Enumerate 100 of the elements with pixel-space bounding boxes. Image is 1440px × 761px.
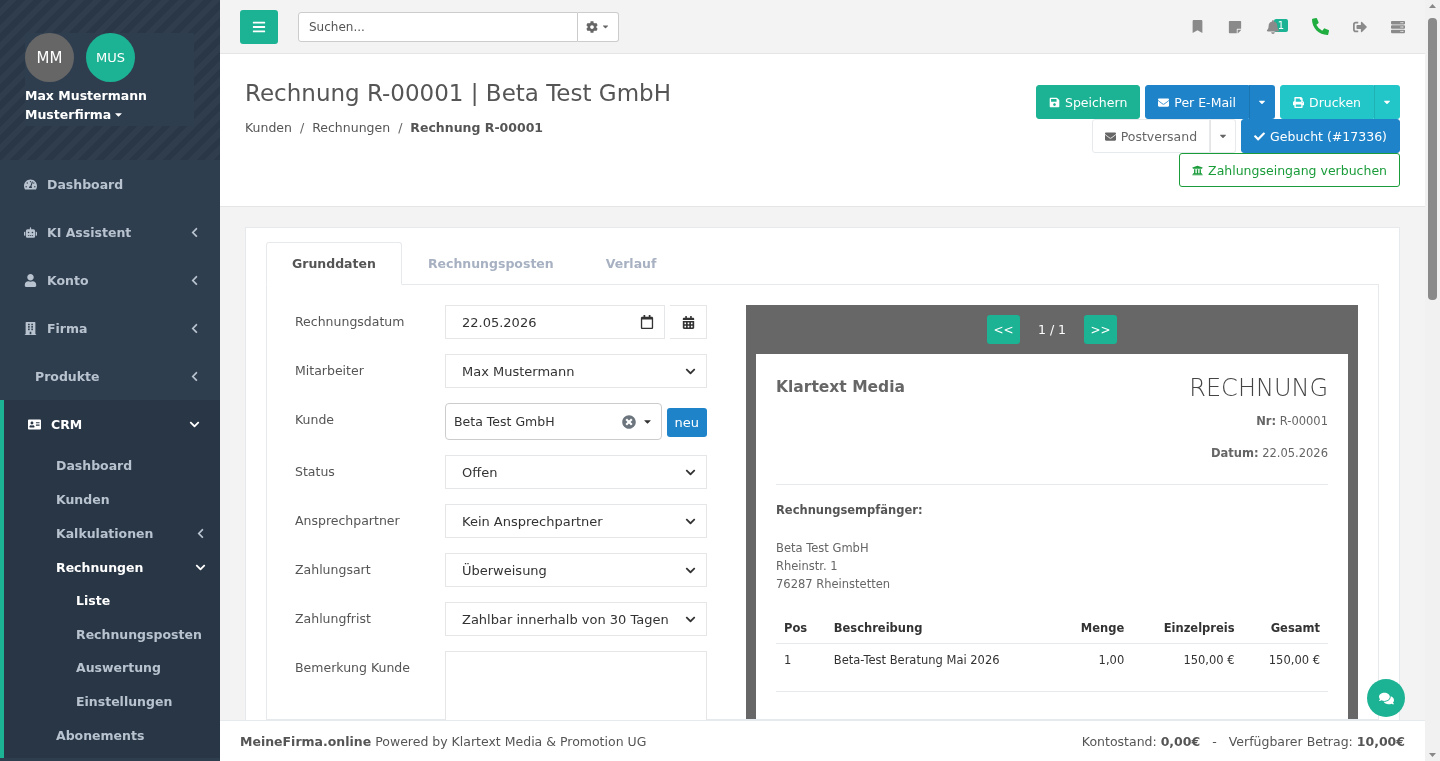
- select-field[interactable]: Überweisung: [445, 553, 707, 587]
- breadcrumb-link[interactable]: Kunden: [245, 120, 292, 135]
- field-label: Bemerkung Kunde: [295, 659, 411, 677]
- breadcrumb-separator: /: [299, 120, 305, 135]
- select-field[interactable]: Kein Ansprechpartner: [445, 504, 707, 538]
- settings-button[interactable]: [578, 11, 619, 42]
- field-label: Zahlungfrist: [295, 610, 372, 628]
- breadcrumb-link[interactable]: Rechnungen: [312, 120, 391, 135]
- scrollbar[interactable]: [1425, 0, 1440, 761]
- page-indicator: 1 / 1: [1037, 322, 1067, 337]
- breadcrumb-current: Rechnung R-00001: [410, 120, 544, 135]
- caret-icon: [601, 22, 610, 31]
- company-name: Klartext Media: [776, 378, 905, 398]
- footer-text: MeineFirma.online Powered by Klartext Media & Promotion UG: [240, 733, 647, 749]
- phone-button[interactable]: [1312, 18, 1329, 35]
- field-label: Status: [295, 463, 336, 481]
- table-cell: 1: [776, 643, 826, 692]
- date-field[interactable]: 22.05.2026: [445, 305, 665, 339]
- select-field[interactable]: Zahlbar innerhalb von 30 Tagen: [445, 602, 707, 636]
- bell-icon: [1265, 19, 1280, 34]
- table-cell: 150,00 €: [1132, 643, 1243, 692]
- select-field[interactable]: Max Mustermann: [445, 354, 707, 388]
- chevron-left-icon: [189, 370, 200, 382]
- search-field[interactable]: Suchen...: [298, 11, 578, 42]
- dropdown-toggle[interactable]: [1374, 85, 1400, 119]
- sidebar-item[interactable]: Firma: [0, 304, 220, 352]
- avatar: MM: [25, 33, 74, 82]
- chevron-left-icon: [189, 322, 200, 334]
- address-line: Rheinstr. 1: [776, 558, 839, 575]
- bookmark-icon: [1190, 20, 1204, 33]
- chevron-left-icon: [195, 527, 206, 539]
- phone-icon: [1312, 18, 1329, 35]
- sidebar-item[interactable]: Rechnungsposten: [4, 617, 220, 651]
- field-label: Mitarbeiter: [295, 362, 365, 380]
- field-label: Kunde: [295, 411, 336, 429]
- server-icon: [1391, 19, 1405, 34]
- dropdown-toggle[interactable]: [1249, 85, 1276, 119]
- column-header: Pos: [776, 613, 826, 644]
- sidebar-item[interactable]: KI Assistent: [0, 208, 220, 256]
- calendar-icon: [681, 315, 695, 329]
- account-balance: Kontostand: 0,00€: [1081, 733, 1201, 749]
- field-label: Zahlungsart: [295, 561, 372, 579]
- invoice-meta: Datum: 22.05.2026: [1210, 446, 1328, 460]
- address-line: 76287 Rheinstetten: [776, 576, 892, 593]
- recipient-heading: Rechnungsempfänger:: [776, 503, 924, 517]
- logout-icon: [1353, 19, 1367, 34]
- menu-button[interactable]: [240, 9, 278, 44]
- server-button[interactable]: [1391, 19, 1405, 34]
- user-name: Max Mustermann: [25, 88, 148, 103]
- check-icon: [1254, 130, 1266, 142]
- column-header: Beschreibung: [825, 613, 1057, 644]
- note-button[interactable]: [1227, 19, 1242, 34]
- avatar: MUS: [86, 33, 135, 82]
- column-header: Einzelpreis: [1132, 613, 1243, 644]
- printer-icon: [1293, 96, 1305, 108]
- action-button[interactable]: Postversand: [1091, 119, 1211, 153]
- sidebar-item[interactable]: Kalkulationen: [4, 516, 220, 550]
- sidebar-item[interactable]: Auswertung: [4, 651, 220, 685]
- sidebar-item[interactable]: Abonements: [4, 718, 220, 752]
- logout-button[interactable]: [1353, 19, 1367, 34]
- sidebar-item[interactable]: Dashboard: [4, 448, 220, 482]
- table-cell: Beta-Test Beratung Mai 2026: [825, 643, 1057, 692]
- action-button[interactable]: Gebucht (#17336): [1241, 119, 1400, 153]
- column-header: Menge: [1056, 613, 1133, 644]
- action-button[interactable]: Zahlungseingang verbuchen: [1179, 153, 1400, 187]
- chevron-left-icon: [189, 274, 200, 286]
- company-menu[interactable]: Musterfirma: [25, 107, 194, 122]
- comment-field[interactable]: [445, 651, 707, 720]
- envelope-icon: [1158, 96, 1170, 108]
- sidebar-item[interactable]: Dashboard: [0, 160, 220, 208]
- note-icon: [1227, 19, 1242, 34]
- table-cell: 150,00 €: [1242, 643, 1328, 692]
- calendar-button[interactable]: [670, 305, 707, 339]
- field-label: Rechnungsdatum: [295, 313, 406, 331]
- select-field[interactable]: Offen: [445, 455, 707, 489]
- settings-icon: [586, 20, 598, 33]
- calendar-icon: [640, 315, 654, 329]
- column-header: Gesamt: [1242, 613, 1328, 644]
- sidebar-item[interactable]: Kunden: [4, 482, 220, 516]
- sidebar-item[interactable]: Produkte: [0, 352, 220, 400]
- footer-separator: -: [1212, 733, 1217, 749]
- action-button[interactable]: Per E-Mail: [1145, 85, 1250, 119]
- sidebar-item[interactable]: Einstellungen: [4, 684, 220, 718]
- breadcrumb-separator: /: [398, 120, 403, 135]
- address-line: Beta Test GmbH: [776, 540, 870, 557]
- new-button[interactable]: neu: [666, 408, 707, 437]
- tab[interactable]: Grunddaten: [266, 242, 402, 285]
- available-amount: Verfügbarer Betrag: 10,00€: [1228, 733, 1405, 749]
- sidebar-item[interactable]: Konto: [0, 256, 220, 304]
- chevron-left-icon: [189, 226, 200, 238]
- page-title: Rechnung R-00001 | Beta Test GmbH: [245, 80, 672, 106]
- notification-button[interactable]: [1265, 19, 1280, 34]
- customer-select[interactable]: Beta Test GmbH: [445, 403, 662, 440]
- invoice-meta: Nr: R-00001: [1256, 414, 1328, 428]
- bookmark-button[interactable]: [1190, 20, 1204, 33]
- field-label: Ansprechpartner: [295, 512, 401, 530]
- chat-icon: [1378, 690, 1394, 706]
- envelope-icon: [1104, 130, 1116, 142]
- save-icon: [1048, 96, 1060, 108]
- table-cell: 1,00: [1056, 643, 1133, 692]
